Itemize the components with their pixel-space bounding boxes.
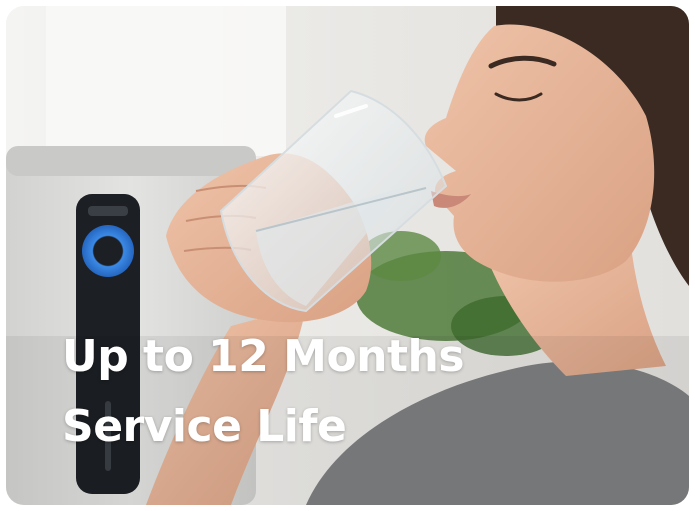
promo-card[interactable]: Up to 12 Months Service Life (6, 6, 689, 505)
headline-line-2: Service Life (62, 401, 347, 452)
window-light (46, 6, 286, 156)
headline-line-1: Up to 12 Months (62, 331, 465, 382)
headline: Up to 12 Months Service Life (62, 322, 465, 462)
